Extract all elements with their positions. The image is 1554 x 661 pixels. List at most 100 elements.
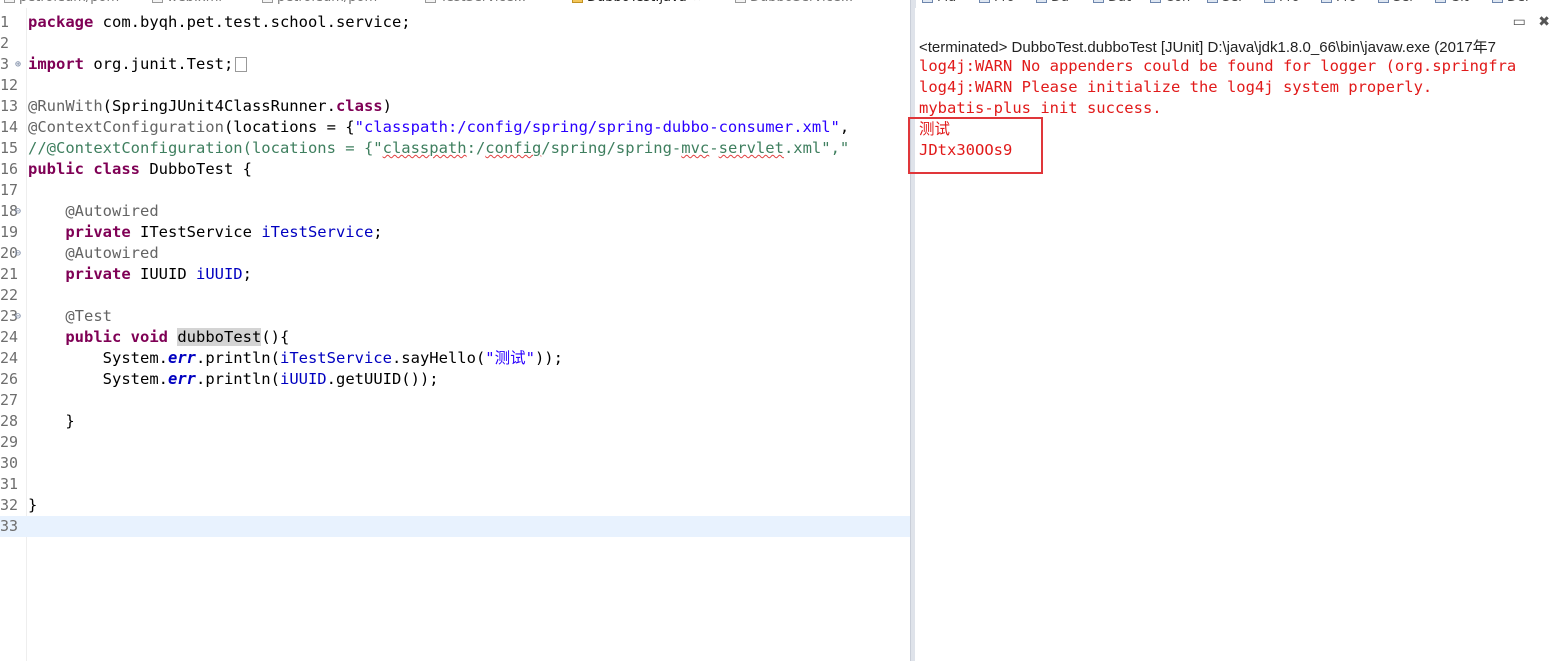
code-line[interactable]: 19 private ITestService iTestService; bbox=[0, 222, 910, 243]
editor-tab[interactable]: DubboTest.java ✕ bbox=[572, 0, 702, 8]
view-icon bbox=[1321, 0, 1332, 3]
editor-tab[interactable]: TestService... bbox=[425, 0, 526, 8]
code-line[interactable]: 31 bbox=[0, 474, 910, 495]
line-number: 30 bbox=[0, 454, 19, 472]
line-number: 1 bbox=[0, 13, 10, 31]
view-icon bbox=[1207, 0, 1218, 3]
view-tab[interactable]: Ser bbox=[1378, 0, 1415, 8]
code-line[interactable]: 16 public class DubboTest { bbox=[0, 159, 910, 180]
code-line[interactable]: 33 bbox=[0, 516, 910, 537]
file-icon bbox=[262, 0, 273, 3]
code-line[interactable]: 26 System.err.println(iUUID.getUUID()); bbox=[0, 369, 910, 390]
view-tab[interactable]: Git bbox=[1435, 0, 1469, 8]
code-text: @Autowired bbox=[65, 244, 159, 262]
view-tab[interactable]: Pro bbox=[1264, 0, 1300, 8]
view-icon bbox=[1435, 0, 1446, 3]
view-tab[interactable]: Pro bbox=[979, 0, 1015, 8]
editor-tab[interactable]: petroleum/pom bbox=[4, 0, 119, 8]
view-tab[interactable]: Ma bbox=[922, 0, 956, 8]
fold-toggle-icon[interactable]: ⊖ bbox=[15, 201, 21, 222]
view-tab[interactable]: Dat bbox=[1093, 0, 1131, 8]
minimize-icon[interactable]: ▭ bbox=[1513, 14, 1526, 30]
code-line[interactable]: 24 public void dubboTest(){ bbox=[0, 327, 910, 348]
line-number: 2 bbox=[0, 34, 10, 52]
code-line[interactable]: 30 bbox=[0, 453, 910, 474]
view-tab[interactable]: Pro bbox=[1321, 0, 1357, 8]
code-line[interactable]: 27 bbox=[0, 390, 910, 411]
editor-tab[interactable]: petroleum/pom bbox=[262, 0, 377, 8]
view-icon bbox=[1264, 0, 1275, 3]
tab-label: Da bbox=[1051, 0, 1069, 5]
view-tab[interactable]: Da bbox=[1036, 0, 1069, 8]
code-line[interactable]: 3 ⊕ import org.junit.Test; bbox=[0, 54, 910, 75]
line-number: 28 bbox=[0, 412, 19, 430]
code-line[interactable]: 2 bbox=[0, 33, 910, 54]
view-icon bbox=[1492, 0, 1503, 3]
tab-label: petroleum/pom bbox=[277, 0, 377, 5]
view-tab[interactable]: Con bbox=[1150, 0, 1190, 8]
highlight-box bbox=[908, 117, 1043, 174]
fold-toggle-icon[interactable]: ⊖ bbox=[15, 243, 21, 264]
fold-toggle-icon[interactable]: ⊖ bbox=[15, 306, 21, 327]
code-editor[interactable]: 1 package com.byqh.pet.test.school.servic… bbox=[0, 8, 910, 661]
editor-tab[interactable]: web.xml bbox=[152, 0, 222, 8]
close-tab-icon[interactable]: ✕ bbox=[693, 0, 702, 4]
terminated-status: <terminated> DubboTest.dubboTest [JUnit]… bbox=[919, 39, 1497, 56]
code-line[interactable]: 17 bbox=[0, 180, 910, 201]
code-line[interactable]: 15 //@ContextConfiguration(locations = {"… bbox=[0, 138, 910, 159]
code-line[interactable]: 28 } bbox=[0, 411, 910, 432]
line-number: 24 bbox=[0, 328, 19, 346]
line-number: 20 bbox=[0, 244, 19, 262]
line-number: 29 bbox=[0, 433, 19, 451]
view-icon bbox=[1036, 0, 1047, 3]
tab-label: Pro bbox=[1336, 0, 1357, 5]
view-tab[interactable]: Ser bbox=[1207, 0, 1244, 8]
code-line[interactable]: 22 bbox=[0, 285, 910, 306]
view-icon bbox=[922, 0, 933, 3]
code-line[interactable]: 29 bbox=[0, 432, 910, 453]
line-number: 24 bbox=[0, 349, 19, 367]
code-line[interactable]: 20 ⊖ @Autowired bbox=[0, 243, 910, 264]
editor-tab[interactable]: DubboService... bbox=[735, 0, 853, 8]
fold-toggle-icon[interactable]: ⊕ bbox=[15, 54, 21, 75]
tab-label: Ser bbox=[1393, 0, 1415, 5]
tab-label: DubboTest.java bbox=[587, 0, 687, 5]
line-number: 19 bbox=[0, 223, 19, 241]
line-number: 18 bbox=[0, 202, 19, 220]
view-tab[interactable]: Del bbox=[1492, 0, 1529, 8]
code-line[interactable]: 24 System.err.println(iTestService.sayHe… bbox=[0, 348, 910, 369]
code-text: } bbox=[28, 496, 38, 514]
line-number: 32 bbox=[0, 496, 19, 514]
tab-label: Del bbox=[1507, 0, 1529, 5]
code-line[interactable]: 14 @ContextConfiguration(locations = {"cl… bbox=[0, 117, 910, 138]
code-text: System.err.println(iTestService.sayHello… bbox=[28, 349, 563, 367]
tab-label: petroleum/pom bbox=[19, 0, 119, 5]
file-icon bbox=[425, 0, 436, 3]
file-icon bbox=[152, 0, 163, 3]
code-line[interactable]: 32} bbox=[0, 495, 910, 516]
tab-label: TestService... bbox=[440, 0, 526, 5]
close-icon[interactable]: ✖ bbox=[1538, 14, 1550, 30]
code-text: @RunWith(SpringJUnit4ClassRunner.class) bbox=[28, 97, 392, 115]
code-text: } bbox=[28, 412, 75, 430]
line-number: 33 bbox=[0, 517, 19, 535]
console-output-line: log4j:WARN Please initialize the log4j s… bbox=[919, 78, 1433, 96]
code-text: private IUUID iUUID; bbox=[65, 265, 252, 283]
code-line[interactable]: 1 package com.byqh.pet.test.school.servic… bbox=[0, 12, 910, 33]
tab-label: Dat bbox=[1108, 0, 1131, 5]
code-line[interactable]: 18 ⊖ @Autowired bbox=[0, 201, 910, 222]
code-text: package com.byqh.pet.test.school.service… bbox=[28, 13, 411, 31]
code-line[interactable]: 23 ⊖ @Test bbox=[0, 306, 910, 327]
code-text: public void dubboTest(){ bbox=[65, 328, 290, 346]
code-text: System.err.println(iUUID.getUUID()); bbox=[28, 370, 439, 388]
code-line[interactable]: 13 @RunWith(SpringJUnit4ClassRunner.class… bbox=[0, 96, 910, 117]
tab-label: Pro bbox=[1279, 0, 1300, 5]
code-line[interactable]: 21 private IUUID iUUID; bbox=[0, 264, 910, 285]
editor-tab-strip: petroleum/pom web.xml petroleum/pom TestSer… bbox=[0, 0, 1554, 8]
view-icon bbox=[1378, 0, 1389, 3]
code-text: @Test bbox=[65, 307, 112, 325]
code-text: private ITestService iTestService; bbox=[65, 223, 383, 241]
code-text: @ContextConfiguration(locations = {"clas… bbox=[28, 118, 850, 136]
console-view[interactable]: ▭ ✖ <terminated> DubboTest.dubboTest [JU… bbox=[915, 8, 1554, 661]
code-line[interactable]: 12 bbox=[0, 75, 910, 96]
